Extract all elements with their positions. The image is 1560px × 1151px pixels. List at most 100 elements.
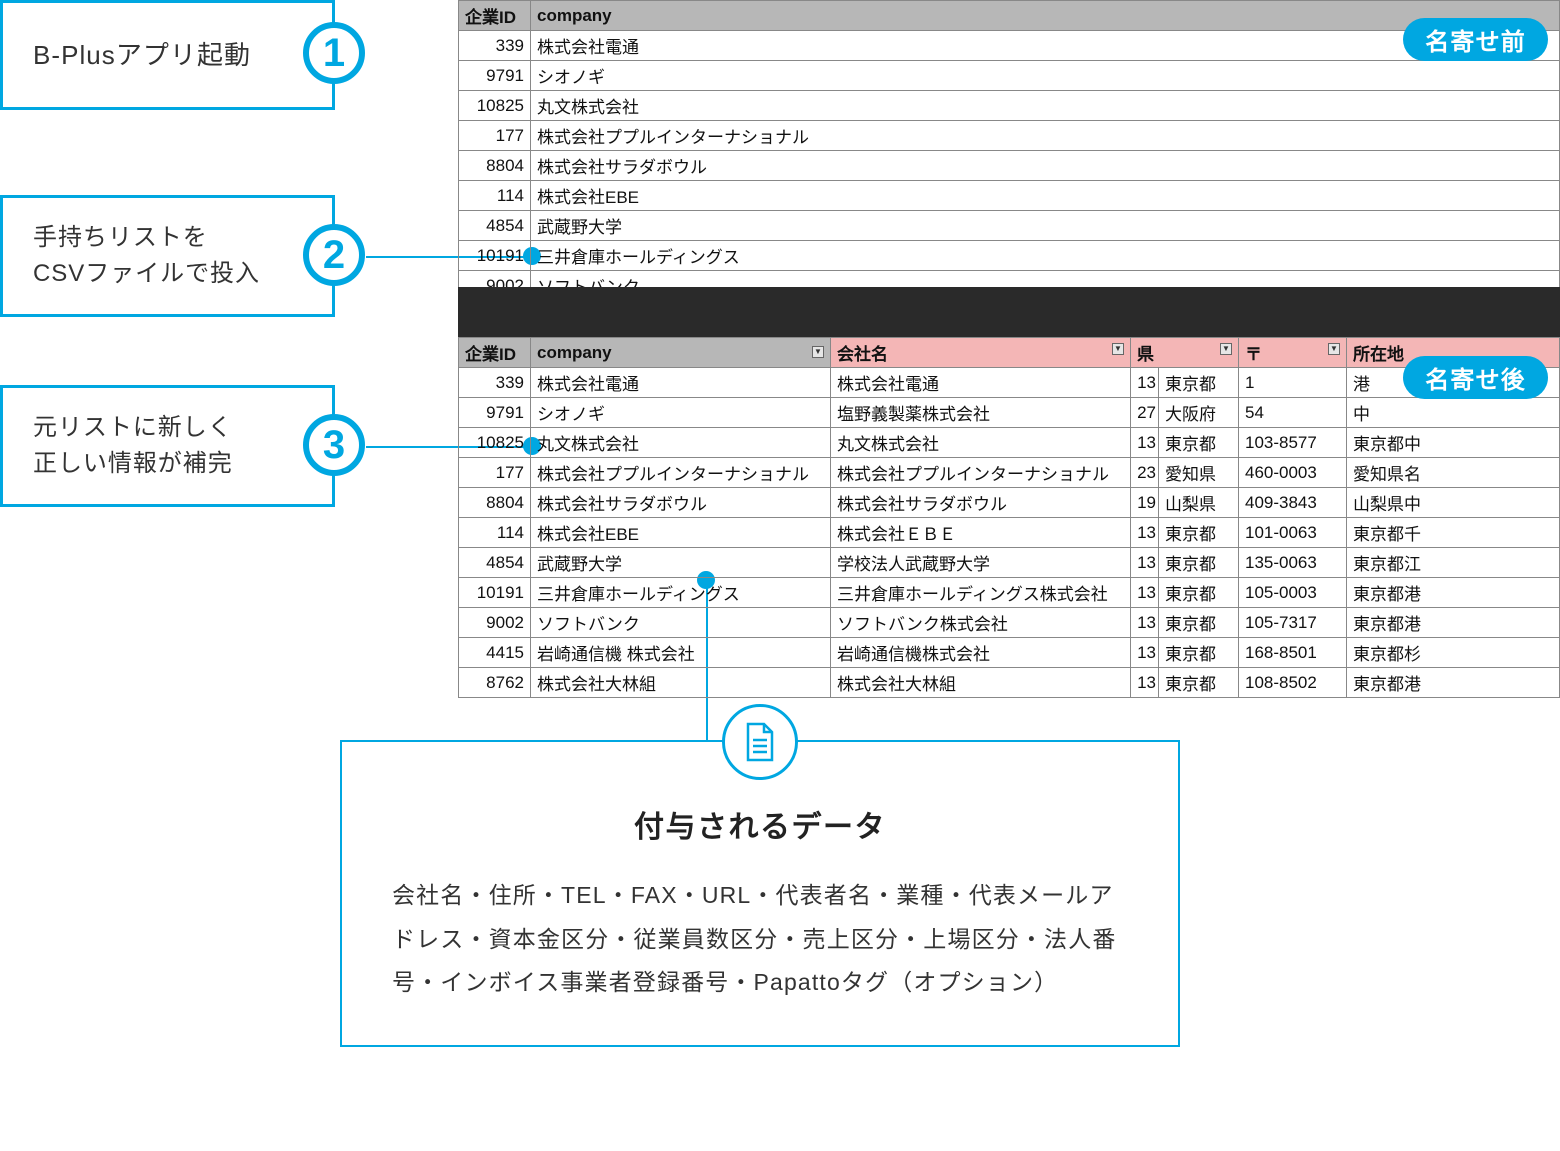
cell-zip: 460-0003 bbox=[1239, 458, 1347, 488]
step-box-1: B-Plusアプリ起動 bbox=[0, 0, 335, 110]
cell-name: 塩野義製薬株式会社 bbox=[831, 398, 1131, 428]
table-row: 4854武蔵野大学 bbox=[459, 211, 1560, 241]
th-after-name: 会社名▼ bbox=[831, 338, 1131, 368]
cell-addr: 東京都江 bbox=[1347, 548, 1560, 578]
dropdown-icon[interactable]: ▼ bbox=[1220, 343, 1232, 355]
cell-zip: 108-8502 bbox=[1239, 668, 1347, 698]
cell-id: 4854 bbox=[459, 211, 531, 241]
cell-name: 三井倉庫ホールディングス株式会社 bbox=[831, 578, 1131, 608]
badge-after: 名寄せ後 bbox=[1403, 356, 1548, 399]
cell-pref: 山梨県 bbox=[1159, 488, 1239, 518]
cell-id: 4854 bbox=[459, 548, 531, 578]
cell-addr: 東京都千 bbox=[1347, 518, 1560, 548]
th-after-company: company▼ bbox=[531, 338, 831, 368]
table-row: 114株式会社EBE bbox=[459, 181, 1560, 211]
cell-company: 株式会社ププルインターナショナル bbox=[531, 121, 1560, 151]
table-row: 4415岩崎通信機 株式会社岩崎通信機株式会社13東京都168-8501東京都杉 bbox=[459, 638, 1560, 668]
th-after-zip: 〒▼ bbox=[1239, 338, 1347, 368]
cell-prefnum: 13 bbox=[1131, 518, 1159, 548]
cell-zip: 135-0063 bbox=[1239, 548, 1347, 578]
th-after-pref: 県▼ bbox=[1131, 338, 1239, 368]
cell-id: 8762 bbox=[459, 668, 531, 698]
cell-name: 丸文株式会社 bbox=[831, 428, 1131, 458]
step-box-2: 手持ちリストを CSVファイルで投入 bbox=[0, 195, 335, 317]
table-row: 10825丸文株式会社丸文株式会社13東京都103-8577東京都中 bbox=[459, 428, 1560, 458]
cell-company: シオノギ bbox=[531, 61, 1560, 91]
cell-zip: 101-0063 bbox=[1239, 518, 1347, 548]
step-number-1: 1 bbox=[303, 22, 365, 84]
table-row: 8762株式会社大林組株式会社大林組13東京都108-8502東京都港 bbox=[459, 668, 1560, 698]
table-row: 4854武蔵野大学学校法人武蔵野大学13東京都135-0063東京都江 bbox=[459, 548, 1560, 578]
cell-zip: 105-0003 bbox=[1239, 578, 1347, 608]
cell-pref: 東京都 bbox=[1159, 368, 1239, 398]
cell-name: 株式会社大林組 bbox=[831, 668, 1131, 698]
cell-zip: 54 bbox=[1239, 398, 1347, 428]
table-separator bbox=[458, 287, 1560, 337]
cell-prefnum: 13 bbox=[1131, 668, 1159, 698]
cell-id: 339 bbox=[459, 31, 531, 61]
table-row: 339株式会社電通株式会社電通13東京都1港 bbox=[459, 368, 1560, 398]
cell-name: 株式会社ＥＢＥ bbox=[831, 518, 1131, 548]
cell-company: 三井倉庫ホールディングス bbox=[531, 241, 1560, 271]
cell-company: 株式会社サラダボウル bbox=[531, 151, 1560, 181]
cell-addr: 東京都港 bbox=[1347, 668, 1560, 698]
dropdown-icon[interactable]: ▼ bbox=[812, 346, 824, 358]
table-row: 10825丸文株式会社 bbox=[459, 91, 1560, 121]
cell-id: 339 bbox=[459, 368, 531, 398]
cell-pref: 愛知県 bbox=[1159, 458, 1239, 488]
cell-prefnum: 13 bbox=[1131, 548, 1159, 578]
cell-company: 武蔵野大学 bbox=[531, 211, 1560, 241]
cell-company: 株式会社大林組 bbox=[531, 668, 831, 698]
info-title: 付与されるデータ bbox=[392, 802, 1128, 846]
cell-name: 株式会社電通 bbox=[831, 368, 1131, 398]
cell-prefnum: 13 bbox=[1131, 578, 1159, 608]
cell-zip: 168-8501 bbox=[1239, 638, 1347, 668]
cell-prefnum: 19 bbox=[1131, 488, 1159, 518]
cell-id: 10825 bbox=[459, 428, 531, 458]
cell-addr: 中 bbox=[1347, 398, 1560, 428]
cell-name: 学校法人武蔵野大学 bbox=[831, 548, 1131, 578]
cell-pref: 東京都 bbox=[1159, 638, 1239, 668]
badge-before: 名寄せ前 bbox=[1403, 18, 1548, 61]
table-row: 339株式会社電通 bbox=[459, 31, 1560, 61]
cell-name: ソフトバンク株式会社 bbox=[831, 608, 1131, 638]
table-row: 9002ソフトバンクソフトバンク株式会社13東京都105-7317東京都港 bbox=[459, 608, 1560, 638]
step-number-3: 3 bbox=[303, 414, 365, 476]
table-row: 114株式会社EBE株式会社ＥＢＥ13東京都101-0063東京都千 bbox=[459, 518, 1560, 548]
th-before-id: 企業ID bbox=[459, 1, 531, 31]
cell-company: 株式会社ププルインターナショナル bbox=[531, 458, 831, 488]
table-row: 10191三井倉庫ホールディングス bbox=[459, 241, 1560, 271]
cell-id: 10191 bbox=[459, 241, 531, 271]
step-box-3: 元リストに新しく 正しい情報が補完 bbox=[0, 385, 335, 507]
cell-addr: 東京都中 bbox=[1347, 428, 1560, 458]
table-row: 177株式会社ププルインターナショナル bbox=[459, 121, 1560, 151]
table-row: 8804株式会社サラダボウル bbox=[459, 151, 1560, 181]
cell-addr: 東京都杉 bbox=[1347, 638, 1560, 668]
cell-id: 8804 bbox=[459, 488, 531, 518]
info-box: 付与されるデータ 会社名・住所・TEL・FAX・URL・代表者名・業種・代表メー… bbox=[340, 740, 1180, 1047]
table-row: 8804株式会社サラダボウル株式会社サラダボウル19山梨県409-3843山梨県… bbox=[459, 488, 1560, 518]
table-after: 企業ID company▼ 会社名▼ 県▼ 〒▼ 所在地 339株式会社電通株式… bbox=[458, 337, 1560, 698]
cell-zip: 409-3843 bbox=[1239, 488, 1347, 518]
cell-prefnum: 13 bbox=[1131, 428, 1159, 458]
table-row: 177株式会社ププルインターナショナル株式会社ププルインターナショナル23愛知県… bbox=[459, 458, 1560, 488]
cell-id: 4415 bbox=[459, 638, 531, 668]
cell-prefnum: 13 bbox=[1131, 638, 1159, 668]
cell-company: ソフトバンク bbox=[531, 608, 831, 638]
dropdown-icon[interactable]: ▼ bbox=[1112, 343, 1124, 355]
cell-company: 株式会社電通 bbox=[531, 368, 831, 398]
cell-id: 9791 bbox=[459, 398, 531, 428]
cell-addr: 山梨県中 bbox=[1347, 488, 1560, 518]
cell-addr: 東京都港 bbox=[1347, 578, 1560, 608]
cell-company: 株式会社EBE bbox=[531, 181, 1560, 211]
cell-zip: 1 bbox=[1239, 368, 1347, 398]
cell-name: 岩崎通信機株式会社 bbox=[831, 638, 1131, 668]
cell-id: 114 bbox=[459, 518, 531, 548]
cell-name: 株式会社サラダボウル bbox=[831, 488, 1131, 518]
cell-company: 岩崎通信機 株式会社 bbox=[531, 638, 831, 668]
cell-id: 9002 bbox=[459, 608, 531, 638]
dropdown-icon[interactable]: ▼ bbox=[1328, 343, 1340, 355]
cell-addr: 愛知県名 bbox=[1347, 458, 1560, 488]
cell-id: 177 bbox=[459, 458, 531, 488]
cell-company: 三井倉庫ホールディングス bbox=[531, 578, 831, 608]
